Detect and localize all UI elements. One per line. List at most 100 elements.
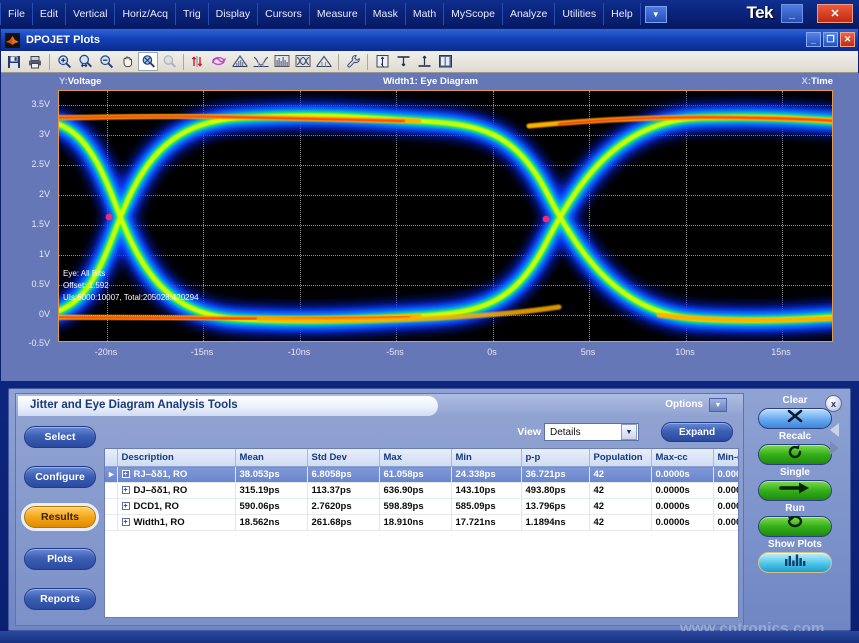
single-button[interactable] bbox=[758, 480, 832, 501]
column-header-min[interactable]: Min bbox=[451, 449, 521, 467]
menu-item-analyze[interactable]: Analyze bbox=[503, 3, 555, 26]
menu-item-mask[interactable]: Mask bbox=[366, 3, 406, 26]
cell-max: 636.90ps bbox=[379, 483, 451, 499]
spectrum-icon[interactable] bbox=[272, 52, 292, 71]
bathtub-icon[interactable] bbox=[251, 52, 271, 71]
expand-row-icon[interactable]: + bbox=[122, 518, 130, 526]
panel-title: Jitter and Eye Diagram Analysis Tools bbox=[30, 399, 238, 411]
cursor-baseline-icon[interactable] bbox=[414, 52, 434, 71]
save-icon[interactable] bbox=[4, 52, 24, 71]
chevron-down-icon[interactable]: ▼ bbox=[621, 424, 637, 440]
column-header-description[interactable]: Description bbox=[117, 449, 235, 467]
nav-button-results[interactable]: Results bbox=[24, 506, 96, 528]
menu-item-vertical[interactable]: Vertical bbox=[66, 3, 115, 26]
menu-item-myscope[interactable]: MyScope bbox=[444, 3, 503, 26]
table-row[interactable]: +Width1, RO 18.562ns 261.68ps 18.910ns 1… bbox=[105, 515, 739, 531]
y-tick-label: 0.5V bbox=[4, 279, 50, 289]
settings-wrench-icon[interactable] bbox=[343, 52, 363, 71]
dpojet-close-button[interactable]: ✕ bbox=[840, 32, 855, 47]
nav-button-configure[interactable]: Configure bbox=[24, 466, 96, 488]
eye-mask-icon[interactable] bbox=[209, 52, 229, 71]
view-select[interactable]: Details ▼ bbox=[544, 423, 639, 441]
table-row[interactable]: +DJ–δδ1, RO 315.19ps 113.37ps 636.90ps 1… bbox=[105, 483, 739, 499]
menu-item-utilities[interactable]: Utilities bbox=[555, 3, 604, 26]
column-header-std-dev[interactable]: Std Dev bbox=[307, 449, 379, 467]
menu-item-cursors[interactable]: Cursors bbox=[258, 3, 310, 26]
chevron-down-icon[interactable]: ▼ bbox=[645, 6, 667, 23]
cell-mean: 38.053ps bbox=[235, 467, 307, 483]
clear-button[interactable] bbox=[758, 408, 832, 429]
column-header-population[interactable]: Population bbox=[589, 449, 651, 467]
panel-close-button[interactable]: x bbox=[825, 395, 842, 412]
eye-diagram-icon[interactable] bbox=[293, 52, 313, 71]
menu-item-measure[interactable]: Measure bbox=[310, 3, 366, 26]
dpojet-plots-title-bar: DPOJET Plots _ ❐ ✕ bbox=[1, 29, 858, 51]
zoom-cursor-icon[interactable] bbox=[138, 52, 158, 71]
cursor-vertical-icon[interactable] bbox=[372, 52, 392, 71]
dpojet-restore-button[interactable]: ❐ bbox=[823, 32, 838, 47]
column-header-mean[interactable]: Mean bbox=[235, 449, 307, 467]
menu-item-math[interactable]: Math bbox=[406, 3, 444, 26]
table-row[interactable]: +DCD1, RO 590.06ps 2.7620ps 598.89ps 585… bbox=[105, 499, 739, 515]
nav-button-plots[interactable]: Plots bbox=[24, 548, 96, 570]
cell-max: 61.058ps bbox=[379, 467, 451, 483]
expand-row-icon[interactable]: + bbox=[122, 470, 130, 478]
analysis-panel-inner: Jitter and Eye Diagram Analysis Tools Op… bbox=[15, 393, 744, 626]
cell-description[interactable]: +Width1, RO bbox=[117, 515, 235, 531]
cell-description[interactable]: +RJ–δδ1, RO bbox=[117, 467, 235, 483]
row-selection-marker bbox=[105, 483, 117, 499]
minimize-button[interactable]: _ bbox=[781, 4, 803, 23]
dpojet-minimize-button[interactable]: _ bbox=[806, 32, 821, 47]
zoom-out-icon[interactable] bbox=[96, 52, 116, 71]
time-trend-icon[interactable] bbox=[314, 52, 334, 71]
eye-diagram-plot-area[interactable]: Eye: All Bits Offset: 1.592 UIs:6000:100… bbox=[58, 90, 833, 342]
column-header-min-cc[interactable]: Min-cc bbox=[713, 449, 739, 467]
options-label[interactable]: Options bbox=[665, 399, 703, 410]
column-header-max-cc[interactable]: Max-cc bbox=[651, 449, 713, 467]
table-row[interactable]: ▸ +RJ–δδ1, RO 38.053ps 6.8058ps 61.058ps… bbox=[105, 467, 739, 483]
next-arrow-icon[interactable] bbox=[830, 441, 839, 455]
cell-min-cc: 0.0000s bbox=[713, 467, 739, 483]
cell-description[interactable]: +DJ–δδ1, RO bbox=[117, 483, 235, 499]
nav-button-reports[interactable]: Reports bbox=[24, 588, 96, 610]
menu-item-trig[interactable]: Trig bbox=[176, 3, 209, 26]
cursor-horizontal-icon[interactable] bbox=[393, 52, 413, 71]
options-dropdown-icon[interactable]: ▼ bbox=[709, 398, 727, 412]
y-tick-label: 2V bbox=[4, 189, 50, 199]
expand-row-icon[interactable]: + bbox=[122, 502, 130, 510]
cell-std-dev: 261.68ps bbox=[307, 515, 379, 531]
expand-button[interactable]: Expand bbox=[661, 422, 733, 442]
column-header-max[interactable]: Max bbox=[379, 449, 451, 467]
menu-item-display[interactable]: Display bbox=[209, 3, 258, 26]
grid-icon[interactable] bbox=[435, 52, 455, 71]
zoom-region-icon[interactable] bbox=[75, 52, 95, 71]
toolbar-separator bbox=[367, 54, 368, 70]
menu-item-edit[interactable]: Edit bbox=[33, 3, 66, 26]
menu-item-file[interactable]: File bbox=[0, 3, 33, 26]
menu-item-horiz-acq[interactable]: Horiz/Acq bbox=[115, 3, 176, 26]
x-tick-label: 10ns bbox=[675, 347, 695, 357]
print-icon[interactable] bbox=[25, 52, 45, 71]
recalc-button[interactable] bbox=[758, 444, 832, 465]
cell-max-cc: 0.0000s bbox=[651, 499, 713, 515]
cell-min: 24.338ps bbox=[451, 467, 521, 483]
zoom-reset-icon[interactable] bbox=[159, 52, 179, 71]
histogram-icon[interactable] bbox=[230, 52, 250, 71]
run-button[interactable] bbox=[758, 516, 832, 537]
nav-button-select[interactable]: Select bbox=[24, 426, 96, 448]
show-plots-button[interactable] bbox=[758, 552, 832, 573]
pan-icon[interactable] bbox=[117, 52, 137, 71]
jitter-marker-icon[interactable] bbox=[188, 52, 208, 71]
previous-arrow-icon[interactable] bbox=[830, 423, 839, 437]
column-header-pp[interactable]: p-p bbox=[521, 449, 589, 467]
results-table-container[interactable]: Description Mean Std Dev Max Min p-p Pop… bbox=[104, 448, 739, 618]
close-button[interactable]: ✕ bbox=[817, 4, 853, 23]
cell-mean: 18.562ns bbox=[235, 515, 307, 531]
cell-min: 143.10ps bbox=[451, 483, 521, 499]
application-window: File Edit Vertical Horiz/Acq Trig Displa… bbox=[0, 0, 859, 643]
zoom-in-icon[interactable] bbox=[54, 52, 74, 71]
menu-item-help[interactable]: Help bbox=[604, 3, 641, 26]
expand-row-icon[interactable]: + bbox=[122, 486, 130, 494]
cell-description[interactable]: +DCD1, RO bbox=[117, 499, 235, 515]
y-tick-label: 2.5V bbox=[4, 159, 50, 169]
